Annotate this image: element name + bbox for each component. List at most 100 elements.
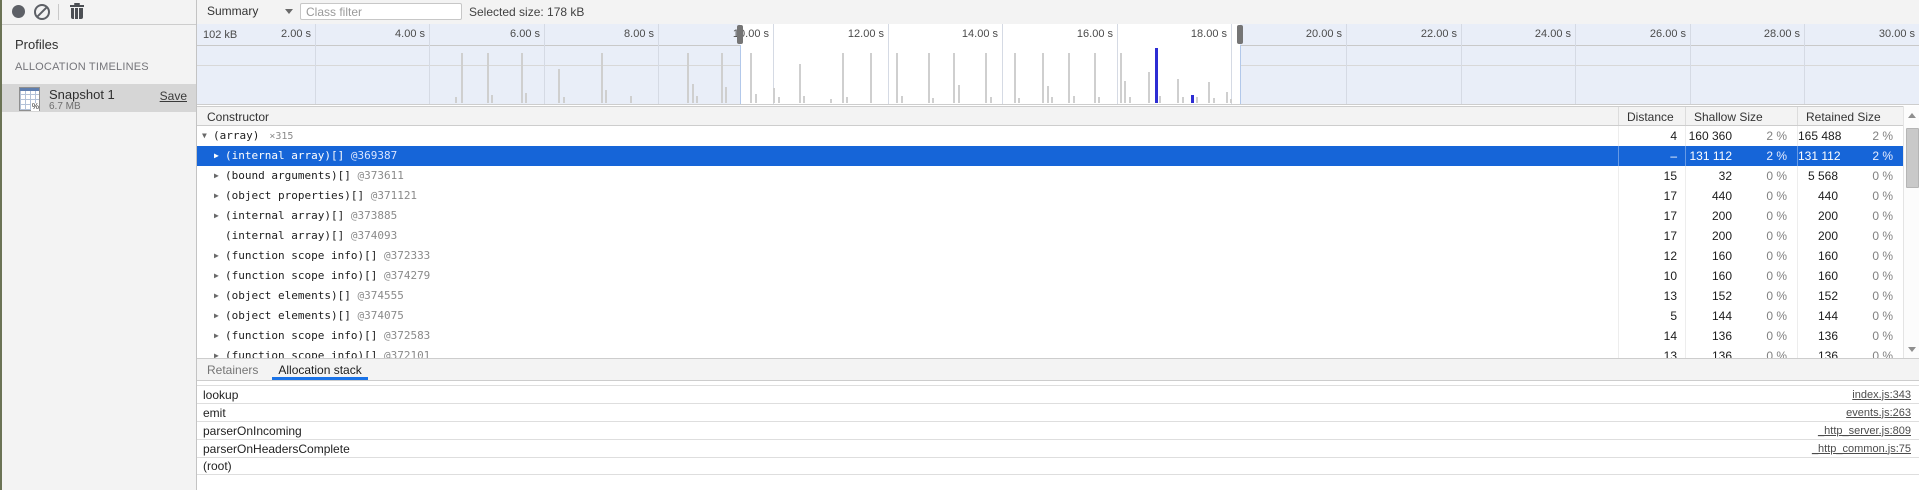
constructor-name: (object elements)[] [225,289,351,302]
column-header-distance[interactable]: Distance [1618,107,1685,125]
table-row[interactable]: ▶(object elements)[] @37407551440 %1440 … [197,306,1903,326]
column-header-constructor[interactable]: Constructor [197,107,1618,125]
instance-count: ×315 [269,131,293,142]
expand-arrow-icon[interactable]: ▶ [214,246,225,266]
scroll-down-icon[interactable] [1904,341,1919,357]
save-link[interactable]: Save [160,89,187,103]
allocation-bar [1018,98,1020,103]
source-location-link[interactable]: index.js:343 [1852,389,1919,401]
size-value: 136 [1686,346,1741,358]
allocation-bar [1208,82,1210,103]
allocation-bar [896,53,898,103]
tab-allocation-stack-label: Allocation stack [278,363,361,377]
allocation-bar [846,97,848,103]
timeline-gridline [773,24,774,45]
allocation-bar [842,53,844,103]
table-row[interactable]: ▶(object elements)[] @374555131520 %1520… [197,286,1903,306]
details-tabbar: Retainers Allocation stack [197,358,1919,381]
expand-arrow-icon[interactable]: ▶ [214,186,225,206]
grid-scrollbar[interactable] [1903,106,1919,358]
shallow-size-cell: 4400 % [1685,186,1797,206]
table-row[interactable]: ▶(function scope info)[] @372333121600 %… [197,246,1903,266]
table-row[interactable]: ▶(internal array)[] @369387–131 1122 %13… [197,146,1903,166]
scrollbar-thumb[interactable] [1906,128,1919,188]
object-address: @369387 [344,149,397,162]
trash-icon[interactable] [70,3,84,20]
allocation-bar [1014,53,1016,103]
retained-size-cell: 2000 % [1797,206,1903,226]
constructor-cell: ▶(object elements)[] @374075 [197,306,1618,326]
allocation-bar [696,96,698,103]
table-row[interactable]: ▶(function scope info)[] @372583141360 %… [197,326,1903,346]
timeline-gridline [888,24,889,45]
allocation-bar [601,53,603,103]
source-location-link[interactable]: _http_server.js:809 [1818,425,1919,437]
allocation-timelines-heading: ALLOCATION TIMELINES [15,61,149,73]
allocation-bar [455,97,457,103]
selection-handle[interactable] [1237,25,1243,44]
source-location-link[interactable]: events.js:263 [1846,407,1919,419]
constructor-name: (function scope info)[] [225,249,377,262]
constructor-name: (array) [213,129,259,142]
retained-size-cell: 4400 % [1797,186,1903,206]
allocation-bar [521,53,523,103]
selection-handle[interactable] [737,25,743,44]
sidebar-item-snapshot-1[interactable]: % Snapshot 1 6.7 MB Save [2,84,196,112]
size-percent: 2 % [1850,146,1904,166]
expand-arrow-icon[interactable]: ▶ [214,346,225,358]
retained-size-cell: 1360 % [1797,326,1903,346]
constructor-cell: ▶(internal array)[] @373885 [197,206,1618,226]
stack-frame-row[interactable]: lookupindex.js:343 [197,385,1919,403]
stack-frame-row[interactable]: emitevents.js:263 [197,403,1919,421]
expand-arrow-icon[interactable]: ▶ [214,306,225,326]
expand-arrow-icon[interactable]: ▶ [214,146,225,166]
table-row[interactable]: ▶(bound arguments)[] @37361115320 %5 568… [197,166,1903,186]
column-header-shallow-size[interactable]: Shallow Size [1685,107,1797,125]
timeline-gridline [429,45,430,104]
source-location-link[interactable]: _http_common.js:75 [1812,443,1919,455]
snapshot-size: 6.7 MB [49,101,81,112]
allocation-bar [721,53,723,103]
expand-arrow-icon[interactable]: ▶ [214,266,225,286]
table-row[interactable]: ▶(internal array)[] @373885172000 %2000 … [197,206,1903,226]
record-icon[interactable] [12,5,25,18]
table-row[interactable]: (internal array)[] @374093172000 %2000 % [197,226,1903,246]
table-row[interactable]: ▶(function scope info)[] @372101131360 %… [197,346,1903,358]
class-filter-input[interactable] [300,3,462,20]
allocation-bar [985,53,987,103]
size-value: 440 [1686,186,1741,206]
timeline-gridline [1117,24,1118,45]
allocation-bar [1073,96,1075,103]
timeline-ruler[interactable]: 2.00 s4.00 s6.00 s8.00 s10.00 s12.00 s14… [197,24,1919,46]
constructor-name: (internal array)[] [225,149,344,162]
tick-label: 14.00 s [962,28,998,40]
object-address: @372101 [377,349,430,358]
stack-frame-row[interactable]: (root) [197,457,1919,475]
column-header-retained-size[interactable]: Retained Size [1797,107,1903,125]
expand-arrow-icon[interactable]: ▶ [214,166,225,186]
active-tab-underline [272,377,367,380]
clear-icon[interactable] [34,4,50,20]
table-row[interactable]: ▼(array)×3154160 3602 %165 4882 % [197,126,1903,146]
expand-arrow-icon[interactable]: ▼ [202,126,213,146]
table-row[interactable]: ▶(object properties)[] @371121174400 %44… [197,186,1903,206]
allocation-timeline-overview[interactable]: 2.00 s4.00 s6.00 s8.00 s10.00 s12.00 s14… [197,24,1919,105]
allocation-bar [773,88,775,103]
tab-retainers[interactable]: Retainers [197,359,268,380]
table-row[interactable]: ▶(function scope info)[] @374279101600 %… [197,266,1903,286]
constructor-cell: ▶(function scope info)[] @372583 [197,326,1618,346]
stack-frame-row[interactable]: parserOnHeadersComplete_http_common.js:7… [197,439,1919,457]
perspective-select[interactable]: Summary [207,4,258,20]
live-allocation-bar [1155,48,1158,103]
size-percent: 0 % [1847,186,1903,206]
timeline-gridline [1575,45,1576,104]
scroll-up-icon[interactable] [1904,107,1919,123]
stack-frame-row[interactable]: parserOnIncoming_http_server.js:809 [197,421,1919,439]
tab-allocation-stack[interactable]: Allocation stack [268,359,371,380]
retained-size-cell: 131 1122 % [1797,146,1903,166]
expand-arrow-icon[interactable]: ▶ [214,206,225,226]
expand-arrow-icon[interactable]: ▶ [214,286,225,306]
expand-arrow-icon[interactable]: ▶ [214,326,225,346]
devtools-memory-panel: Profiles ALLOCATION TIMELINES % Snapshot… [0,0,1919,490]
object-address: @373611 [351,169,404,182]
